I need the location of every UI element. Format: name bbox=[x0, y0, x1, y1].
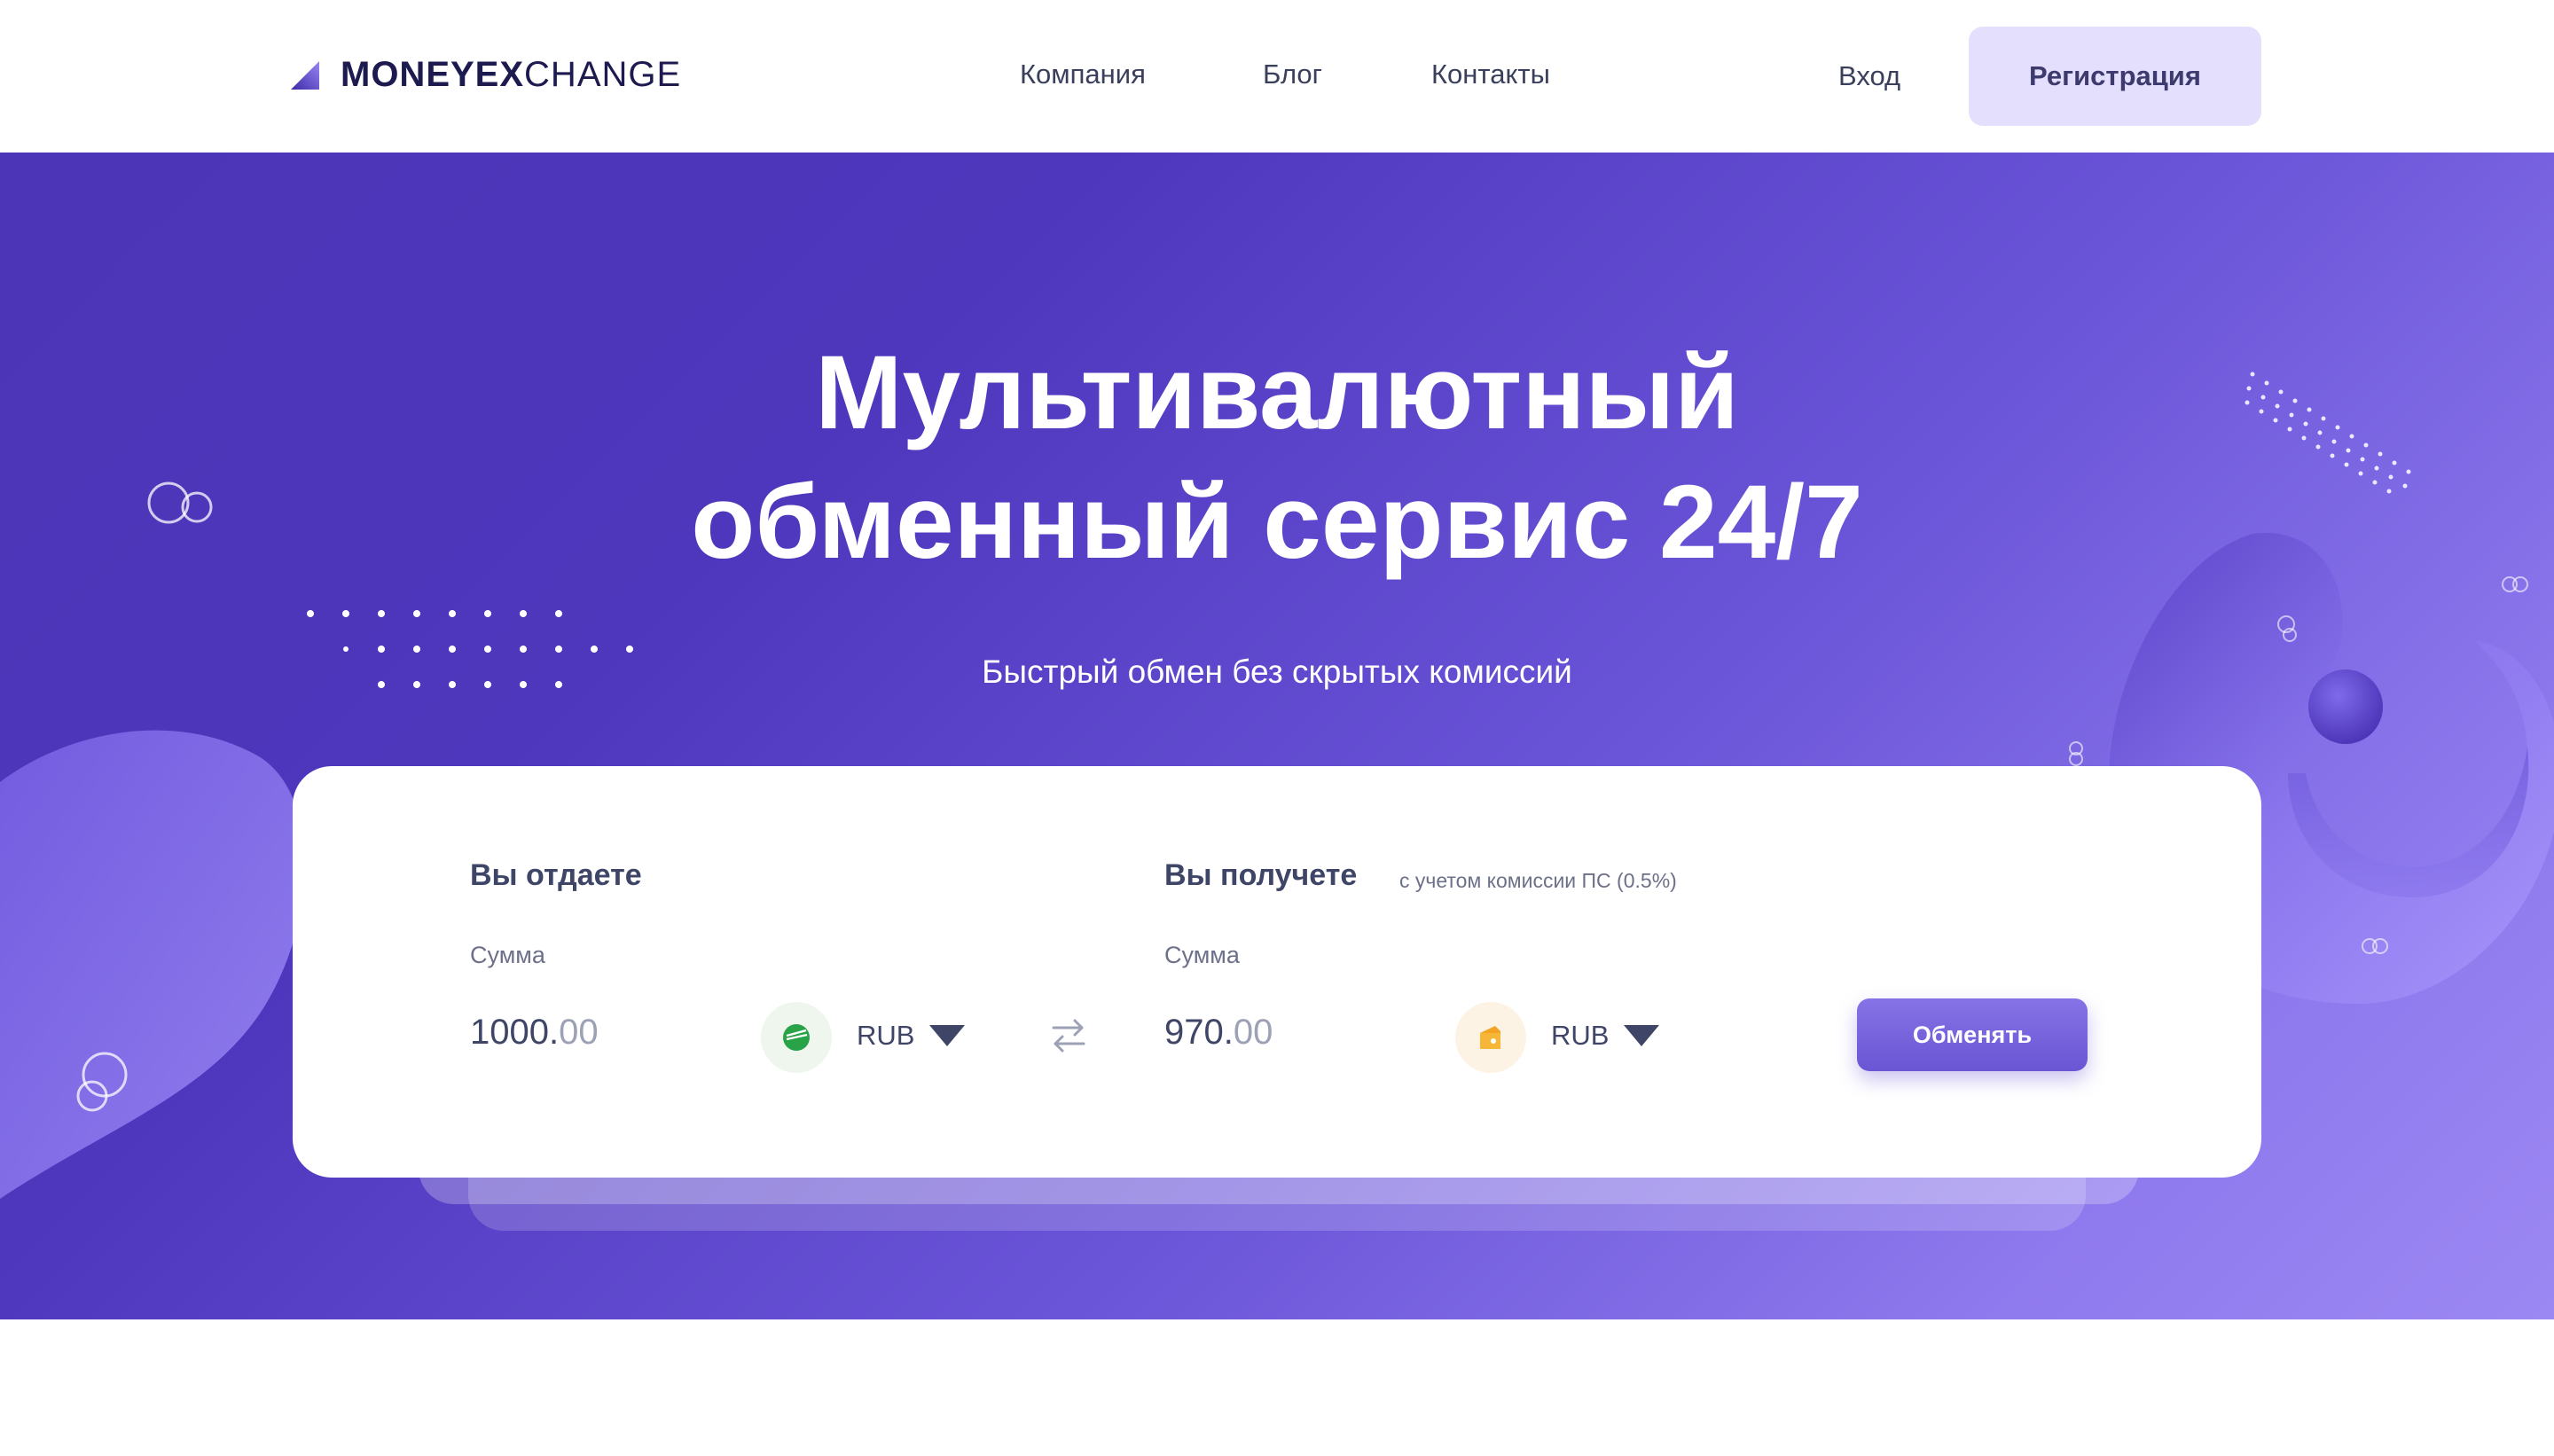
hero-title-line2: обменный сервис 24/7 bbox=[691, 464, 1863, 581]
exchange-card bbox=[293, 766, 2261, 1178]
give-amount-integer: 1000. bbox=[470, 1013, 560, 1052]
yandex-money-logo-glyph bbox=[1480, 1026, 1500, 1049]
exchange-button[interactable]: Обменять bbox=[1857, 998, 2088, 1071]
give-currency-select[interactable]: RUB bbox=[857, 1020, 914, 1052]
commission-note: с учетом комиссии ПС (0.5%) bbox=[1399, 869, 1677, 892]
site-header: MONEYEXCHANGE Компания Блог Контакты Вхо… bbox=[0, 0, 2554, 153]
nav-link-blog[interactable]: Блог bbox=[1263, 55, 1322, 94]
hero-subtitle: Быстрый обмен без скрытых комиссий bbox=[982, 654, 1572, 690]
receive-chevron-down-icon[interactable] bbox=[1624, 1025, 1659, 1046]
receive-currency-select[interactable]: RUB bbox=[1551, 1020, 1609, 1052]
decorative-rings-right-bottom bbox=[2362, 938, 2388, 954]
nav-link-contacts[interactable]: Контакты bbox=[1431, 55, 1550, 94]
give-title: Вы отдаете bbox=[470, 858, 642, 892]
receive-title: Вы получете bbox=[1164, 858, 1358, 892]
swap-arrows-icon[interactable] bbox=[1046, 1014, 1091, 1058]
give-amount-label: Сумма bbox=[470, 942, 545, 968]
login-link[interactable]: Вход bbox=[1838, 57, 1900, 96]
give-amount-decimals: 00 bbox=[559, 1013, 599, 1052]
decorative-rings-bottom-left bbox=[76, 1052, 128, 1112]
receive-amount-label: Сумма bbox=[1164, 942, 1240, 968]
register-button[interactable]: Регистрация bbox=[1969, 27, 2261, 126]
give-chevron-down-icon[interactable] bbox=[929, 1025, 965, 1046]
receive-amount-integer: 970. bbox=[1164, 1013, 1234, 1052]
sberbank-logo-glyph bbox=[783, 1024, 810, 1051]
nav-link-company[interactable]: Компания bbox=[1020, 55, 1146, 94]
receive-amount-value[interactable]: 970.00 bbox=[1164, 1013, 1273, 1053]
sberbank-icon bbox=[761, 1002, 832, 1073]
yandex-money-icon bbox=[1455, 1002, 1526, 1073]
hero-title: Мультивалютный обменный сервис 24/7 bbox=[0, 328, 2554, 587]
receive-amount-decimals: 00 bbox=[1233, 1013, 1273, 1052]
give-amount-input[interactable]: 1000.00 bbox=[470, 1013, 599, 1053]
hero-title-line1: Мультивалютный bbox=[815, 334, 1739, 451]
